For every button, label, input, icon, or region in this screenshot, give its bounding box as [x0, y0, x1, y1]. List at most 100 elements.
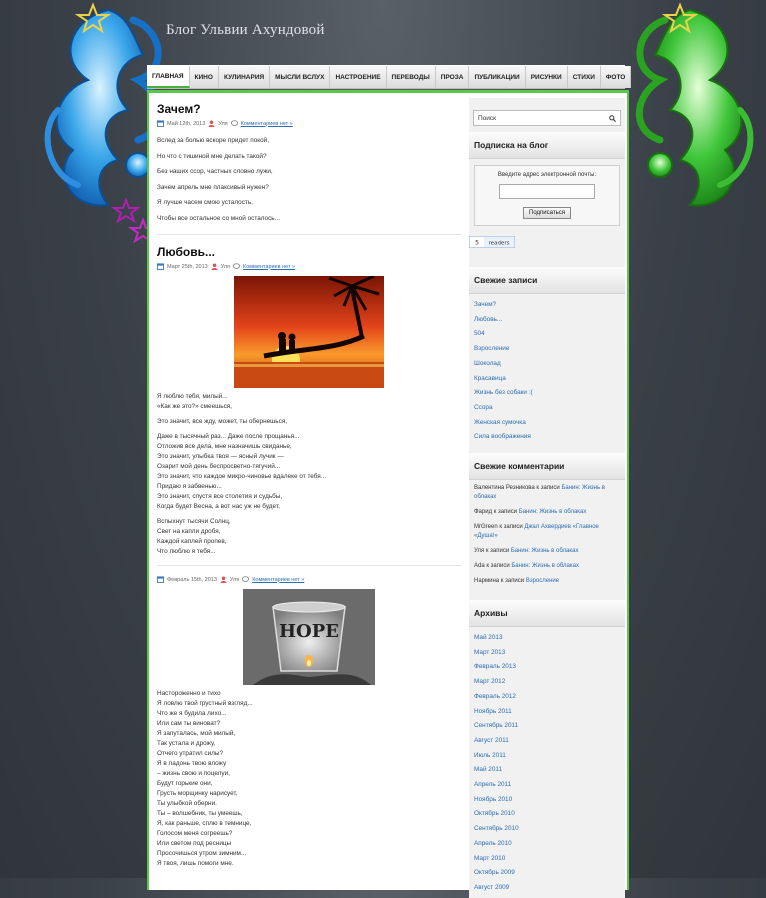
calendar-icon: [157, 263, 164, 270]
archive-link[interactable]: Ноябрь 2011: [474, 705, 620, 720]
archives-title: Архивы: [469, 600, 625, 628]
comment-item: Ada к записи Банин: Жизнь в облаках: [474, 562, 620, 571]
archive-link[interactable]: Май 2011: [474, 763, 620, 778]
calendar-icon: [157, 120, 164, 127]
email-field[interactable]: [499, 184, 595, 199]
recent-post-link[interactable]: Красавица: [474, 372, 620, 387]
subscribe-button[interactable]: Подписаться: [523, 207, 571, 219]
recent-post-link[interactable]: Шоколад: [474, 357, 620, 372]
post-line: Отложив все дела, мне назначишь свиданье…: [157, 443, 292, 450]
post-line: Отчего утратил силы?: [157, 750, 224, 757]
post-line: Ты улыбкой оберни.: [157, 800, 217, 807]
post-line: Настороженно и тихо: [157, 690, 221, 697]
comment-item: MrGreen к записи Джал Ахвердиев «Главное…: [474, 523, 620, 541]
comment-post-link[interactable]: Банин: Жизнь в облаках: [511, 548, 579, 554]
nav-item-3[interactable]: МЫСЛИ ВСЛУХ: [270, 66, 331, 88]
archive-link[interactable]: Октябрь 2010: [474, 807, 620, 822]
comment-item: Нармина к записи Взросление: [474, 577, 620, 586]
nav-item-2[interactable]: КУЛИНАРИЯ: [218, 66, 271, 88]
readers-count: 5: [475, 240, 479, 247]
comments-link[interactable]: Комментариев нет »: [241, 121, 293, 127]
nav-item-6[interactable]: ПРОЗА: [435, 66, 470, 88]
comment-author: Ada: [474, 563, 485, 570]
comment-post-link[interactable]: Взросление: [526, 578, 559, 584]
recent-post-link[interactable]: Ссора: [474, 401, 620, 416]
archive-link[interactable]: Февраль 2013: [474, 660, 620, 675]
comment-item: Уля к записи Банин: Жизнь в облаках: [474, 547, 620, 556]
archive-link[interactable]: Ноябрь 2010: [474, 793, 620, 808]
accent-bar: [149, 90, 627, 93]
post-author: Уля: [220, 263, 231, 270]
archive-link[interactable]: Март 2010: [474, 852, 620, 867]
recent-posts-list: Зачем? Любовь... 504 Взросление Шоколад Краса…: [469, 294, 625, 447]
post-meta: Март 25th, 2013 Уля Комментариев нет »: [157, 263, 461, 270]
site-title[interactable]: Блог Ульвии Ахундовой: [166, 22, 325, 39]
archive-link[interactable]: Август 2009: [474, 881, 620, 896]
nav-item-8[interactable]: РИСУНКИ: [525, 66, 568, 88]
recent-post-link[interactable]: Любовь...: [474, 313, 620, 328]
recent-post-link[interactable]: Зачем?: [474, 298, 620, 313]
archive-link[interactable]: Октябрь 2009: [474, 866, 620, 881]
post-line: Будут горькие они,: [157, 780, 213, 787]
post-line: Это значит, что каждое микро-чиновье вда…: [157, 473, 327, 480]
comments-link[interactable]: Комментариев нет »: [252, 577, 304, 583]
recent-post-link[interactable]: 504: [474, 327, 620, 342]
recent-post-link[interactable]: Жизнь без собаки :(: [474, 386, 620, 401]
recent-posts-title: Свежие записи: [469, 267, 625, 294]
comment-post-link[interactable]: Банин: Жизнь в облаках: [511, 563, 579, 569]
nav-item-4[interactable]: НАСТРОЕНИЕ: [330, 66, 387, 88]
post-title[interactable]: Любовь...: [157, 245, 461, 259]
user-icon: [211, 263, 218, 270]
post-line: Без наших ссор, частных словно лужи,: [157, 168, 273, 175]
comment-icon: [242, 576, 250, 582]
comment-post-link[interactable]: Банин: Жизнь в облаках: [519, 509, 587, 515]
feed-readers-badge[interactable]: 5 readers: [468, 235, 516, 249]
archive-link[interactable]: Сентябрь 2011: [474, 719, 620, 734]
comments-link[interactable]: Комментариев нет »: [243, 264, 295, 270]
post-line: Когда будет Весна, а вот нас уж не будет…: [157, 503, 280, 510]
archive-link[interactable]: Июль 2011: [474, 749, 620, 764]
nav-item-10[interactable]: ФОТО: [600, 66, 632, 88]
recent-post-link[interactable]: Сила воображения: [474, 430, 620, 445]
nav-item-1[interactable]: КИНО: [189, 66, 219, 88]
search-input[interactable]: Поиск: [473, 110, 621, 126]
search-icon[interactable]: [609, 114, 616, 122]
hope-candle-image[interactable]: HOPE: [243, 589, 375, 685]
post-date: Май 12th, 2013: [167, 120, 206, 127]
archive-link[interactable]: Апрель 2011: [474, 778, 620, 793]
post-line: Чтобы все остальное со мной осталось...: [157, 214, 280, 222]
post-author: Уля: [218, 120, 228, 127]
nav-item-0[interactable]: ГЛАВНАЯ: [147, 66, 190, 88]
main-navigation: ГЛАВНАЯ КИНО КУЛИНАРИЯ МЫСЛИ ВСЛУХ НАСТРОЕНИ…: [147, 65, 632, 89]
archive-link[interactable]: Март 2013: [474, 646, 620, 661]
recent-comments-list: Валентина Резникова к записи Банин: Жизн…: [469, 480, 625, 594]
post-line: Я, как раньше, сплю в темнице,: [157, 820, 252, 827]
subscribe-form: Введите адрес электронной почты: Подписа…: [474, 165, 620, 226]
recent-post-link[interactable]: Взросление: [474, 342, 620, 357]
post: Февраль 15th, 2013 Уля Комментариев нет …: [157, 576, 461, 877]
post-line: Вспыхнут тысячи Солнц,: [157, 518, 231, 525]
sunset-couple-image[interactable]: [234, 276, 384, 388]
post-line: Я люблю тебя, милый...: [157, 393, 228, 400]
archive-link[interactable]: Февраль 2012: [474, 690, 620, 705]
comment-icon: [233, 263, 241, 269]
archive-link[interactable]: Август 2011: [474, 734, 620, 749]
post-body: Я люблю тебя, милый... «Как же это?» смее…: [157, 392, 461, 557]
comment-separator: к записи: [492, 509, 519, 516]
post-line: Это значит, улыбка твоя — ясный лучик —: [157, 453, 284, 460]
post-title[interactable]: Зачем?: [157, 102, 461, 116]
nav-item-9[interactable]: СТИХИ: [567, 66, 601, 88]
nav-item-5[interactable]: ПЕРЕВОДЫ: [386, 66, 436, 88]
recent-post-link[interactable]: Женская сумочка: [474, 416, 620, 431]
comment-item: Фарид к записи Банин: Жизнь в облаках: [474, 508, 620, 517]
archive-link[interactable]: Апрель 2010: [474, 837, 620, 852]
post-line: Просочишься утром зимним...: [157, 850, 247, 857]
archive-link[interactable]: Май 2013: [474, 631, 620, 646]
archive-link[interactable]: Сентябрь 2010: [474, 822, 620, 837]
nav-item-7[interactable]: ПУБЛИКАЦИИ: [469, 66, 526, 88]
user-icon: [208, 120, 215, 127]
post-line: Я в ладонь твою вложу: [157, 760, 227, 767]
main-content: Зачем? Май 12th, 2013 Уля Комментариев н…: [157, 102, 461, 887]
post-line: Свет на капли дробя,: [157, 528, 221, 535]
archive-link[interactable]: Март 2012: [474, 675, 620, 690]
